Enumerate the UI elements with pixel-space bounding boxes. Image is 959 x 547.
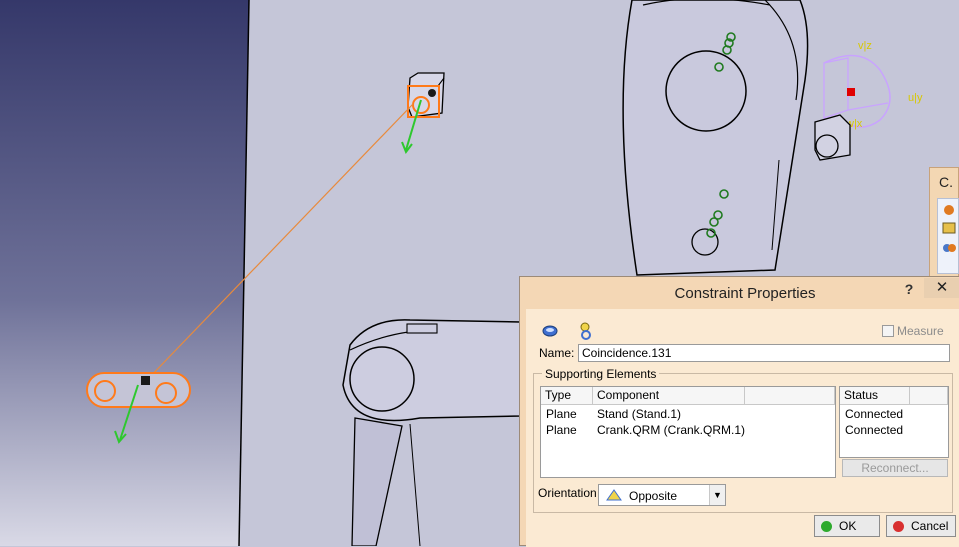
cancel-label: Cancel: [911, 519, 949, 533]
supporting-elements-title: Supporting Elements: [542, 367, 660, 381]
column-header-blank: [745, 387, 835, 405]
reconnect-button[interactable]: Reconnect...: [842, 459, 948, 477]
name-input[interactable]: [578, 344, 950, 362]
constraint-properties-dialog: Constraint Properties ? ✕ Measure Name: …: [519, 276, 959, 547]
component-icon[interactable]: [576, 321, 596, 341]
table-cell-type[interactable]: Plane: [546, 422, 577, 438]
chevron-down-icon[interactable]: ▼: [709, 485, 725, 505]
axis-label-v: v|z: [858, 40, 872, 52]
table-cell-status[interactable]: Connected: [845, 406, 903, 422]
table-cell-type[interactable]: Plane: [546, 406, 577, 422]
tool-icon[interactable]: [941, 221, 957, 235]
status-table[interactable]: Status Connected Connected: [839, 386, 949, 458]
name-label: Name:: [539, 346, 575, 360]
orientation-label: Orientation: [538, 486, 597, 500]
axis-label-u: u|y: [908, 92, 923, 104]
cancel-button[interactable]: Cancel: [886, 515, 956, 537]
tool-icon[interactable]: [941, 203, 957, 217]
orientation-value: Opposite: [629, 489, 678, 503]
supporting-elements-table[interactable]: Type Component Plane Stand (Stand.1) Pla…: [540, 386, 836, 478]
constraint-type-icon[interactable]: [540, 321, 560, 341]
table-cell-component[interactable]: Stand (Stand.1): [597, 406, 681, 422]
dialog-titlebar[interactable]: Constraint Properties ? ✕: [520, 277, 959, 309]
side-toolbar[interactable]: C.: [929, 167, 959, 279]
pin-block-part[interactable]: [407, 72, 445, 118]
tool-icon[interactable]: [941, 241, 957, 255]
measure-checkbox[interactable]: [882, 325, 894, 337]
close-button[interactable]: ✕: [924, 278, 959, 298]
toolbar-title: C.: [939, 174, 953, 190]
ok-button[interactable]: OK: [814, 515, 880, 537]
help-button[interactable]: ?: [898, 281, 920, 301]
orientation-icon: [606, 489, 622, 501]
small-block-part[interactable]: [814, 114, 851, 161]
table-cell-status[interactable]: Connected: [845, 422, 903, 438]
link-part[interactable]: [86, 372, 191, 408]
table-cell-component[interactable]: Crank.QRM (Crank.QRM.1): [597, 422, 745, 438]
column-header-blank: [910, 387, 948, 405]
orientation-dropdown[interactable]: Opposite ▼: [598, 484, 726, 506]
cancel-icon: [893, 521, 904, 532]
column-header-status[interactable]: Status: [840, 387, 910, 405]
column-header-component[interactable]: Component: [593, 387, 745, 405]
dialog-body: Measure Name: Supporting Elements Type C…: [526, 309, 959, 547]
column-header-type[interactable]: Type: [541, 387, 593, 405]
background-gradient-panel: [0, 0, 249, 546]
toolbar-icon-panel: [937, 198, 959, 274]
dialog-title: Constraint Properties: [674, 285, 816, 302]
ok-icon: [821, 521, 832, 532]
ok-label: OK: [839, 519, 857, 533]
measure-label: Measure: [897, 324, 944, 338]
